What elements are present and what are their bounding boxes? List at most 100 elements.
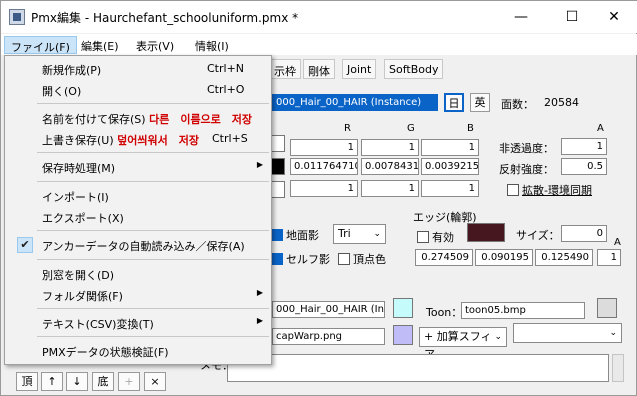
specular-g[interactable]: 0.007843137 [361,158,419,175]
menu-item-shortcut: Ctrl+O [207,83,245,96]
draw-mode-select[interactable]: Tri ⌄ [333,224,386,244]
ambient-b[interactable]: 1 [421,180,479,197]
menu-item-label: 新規作成(P) [42,64,102,77]
self-shadow-checkbox[interactable]: セルフ影 [271,251,330,267]
menu-item-new-window[interactable]: 別窓を開く(D) [7,263,269,285]
menu-item-anchor-autoload[interactable]: ✔ アンカーデータの自動読み込み／保存(A) [7,234,269,256]
move-top-button[interactable]: 頂 [16,372,38,391]
edge-a-header: A [614,237,621,248]
draw-mode-value: Tri [338,227,351,240]
toon-field[interactable]: toon05.bmp [461,302,585,319]
sphere-texture-field[interactable]: capWarp.png [272,328,385,345]
lang-jp-button[interactable]: 日 [444,93,464,112]
menu-item-new[interactable]: 新規作成(P) Ctrl+N [7,58,269,80]
vertex-color-label: 頂点色 [353,253,386,266]
diffuse-b[interactable]: 1 [421,139,479,156]
diffuse-g[interactable]: 1 [361,139,419,156]
menu-item-folder[interactable]: フォルダ関係(F) ▶ [7,284,269,306]
diffuse-swatch[interactable] [271,135,285,152]
sphere-swatch[interactable] [393,325,413,345]
menu-item-label: 保存時処理(M) [42,162,116,175]
ambient-g[interactable]: 1 [361,180,419,197]
ground-shadow-checkbox[interactable]: 地面影 [271,227,319,243]
menu-item-open[interactable]: 開く(O) Ctrl+O [7,79,269,101]
tab-rigidbody[interactable]: 剛体 [303,59,335,79]
chevron-down-icon: ⌄ [494,332,502,342]
submenu-arrow-icon: ▶ [256,160,263,169]
vertex-color-box[interactable] [338,253,350,265]
memo-field[interactable]: Outout [227,354,609,382]
close-button[interactable]: ✕ [591,1,637,33]
minimize-button[interactable]: — [498,1,544,33]
menu-item-save[interactable]: 上書き保存(U) 덮어씌워서 저장 Ctrl+S [7,128,269,150]
edge-a[interactable]: 1 [597,249,621,266]
sphere-sync-box[interactable] [507,184,519,196]
add-button[interactable]: + [118,372,140,391]
menu-item-export[interactable]: エクスポート(X) [7,206,269,228]
diffuse-r[interactable]: 1 [290,139,358,156]
edge-g[interactable]: 0.090195 [475,249,533,266]
ambient-swatch[interactable] [271,181,285,198]
lang-en-button[interactable]: 英 [470,93,490,112]
specular-swatch[interactable] [271,158,285,175]
submenu-arrow-icon: ▶ [256,316,263,325]
col-r-header: R [344,123,351,134]
col-b-header: B [467,123,474,134]
app-window: Pmx編集 - Haurchefant_schooluniform.pmx * … [0,0,637,396]
menu-item-save-processing[interactable]: 保存時処理(M) ▶ [7,156,269,178]
texture-field[interactable]: 000_Hair_00_HAIR (Ins [272,301,385,318]
maximize-button[interactable]: ☐ [549,1,595,33]
material-name-field[interactable]: 000_Hair_00_HAIR (Instance) [272,94,438,111]
menu-item-label: 別窓を開く(D) [42,269,115,282]
menu-item-label: 上書き保存(U) [42,134,114,147]
menu-separator [37,336,269,337]
specular-b[interactable]: 0.003921568 [421,158,479,175]
edge-enabled-checkbox[interactable]: 有効 [417,229,454,245]
delete-button[interactable]: × [144,372,166,391]
edge-size-field[interactable]: 0 [561,225,607,242]
ground-shadow-box[interactable] [271,229,283,241]
opacity-label: 非透過度： [499,142,554,155]
edge-r[interactable]: 0.274509 [415,249,473,266]
menu-item-korean: 다른 이름으로 저장 [149,113,253,126]
toon-label: Toon： [426,306,463,319]
menu-item-text-csv[interactable]: テキスト(CSV)変換(T) ▶ [7,312,269,334]
menu-file[interactable]: ファイル(F) [4,36,77,54]
specular-r[interactable]: 0.011764710 [290,158,358,175]
edge-color-swatch[interactable] [467,223,505,242]
edge-size-label: サイズ： [516,229,560,242]
tab-softbody[interactable]: SoftBody [384,59,444,79]
sphere-sync-checkbox[interactable]: 拡散-環境同期 [507,182,592,198]
move-down-button[interactable]: ↓ [66,372,88,391]
menu-item-label: アンカーデータの自動読み込み／保存(A) [42,240,245,253]
menu-item-label: テキスト(CSV)変換(T) [42,318,154,331]
app-icon [9,9,25,25]
menu-item-validate[interactable]: PMXデータの状態検証(F) [7,340,269,362]
edge-b[interactable]: 0.125490 [535,249,593,266]
edge-enabled-box[interactable] [417,231,429,243]
menu-item-korean: 덮어씌워서 저장 [117,134,199,147]
tab-display-frame[interactable]: 示枠 [269,59,301,79]
ambient-r[interactable]: 1 [290,180,358,197]
menu-item-import[interactable]: インポート(I) [7,185,269,207]
move-up-button[interactable]: ↑ [41,372,63,391]
sphere-mode-select[interactable]: + 加算スフィア⌄ [419,327,507,361]
toon-swatch[interactable] [597,298,617,318]
move-bottom-button[interactable]: 底 [92,372,114,391]
memo-scrollbar[interactable] [612,354,624,382]
self-shadow-box[interactable] [271,253,283,265]
chevron-down-icon: ⌄ [373,229,381,239]
toon-select[interactable]: ⌄ [513,323,622,343]
menu-item-save-as[interactable]: 名前を付けて保存(S) 다른 이름으로 저장 [7,107,269,129]
sphere-sync-label: 拡散-環境同期 [522,184,592,197]
edge-enabled-label: 有効 [432,231,454,244]
reflect-field[interactable]: 0.5 [561,158,607,175]
tab-joint[interactable]: Joint [342,59,377,79]
menu-info[interactable]: 情報(I) [189,36,235,54]
vertex-color-checkbox[interactable]: 頂点色 [338,251,386,267]
menu-view[interactable]: 表示(V) [130,36,180,54]
menu-item-label: エクスポート(X) [42,212,124,225]
texture-swatch[interactable] [393,298,413,318]
menu-edit[interactable]: 編集(E) [75,36,125,54]
opacity-field[interactable]: 1 [561,138,607,155]
